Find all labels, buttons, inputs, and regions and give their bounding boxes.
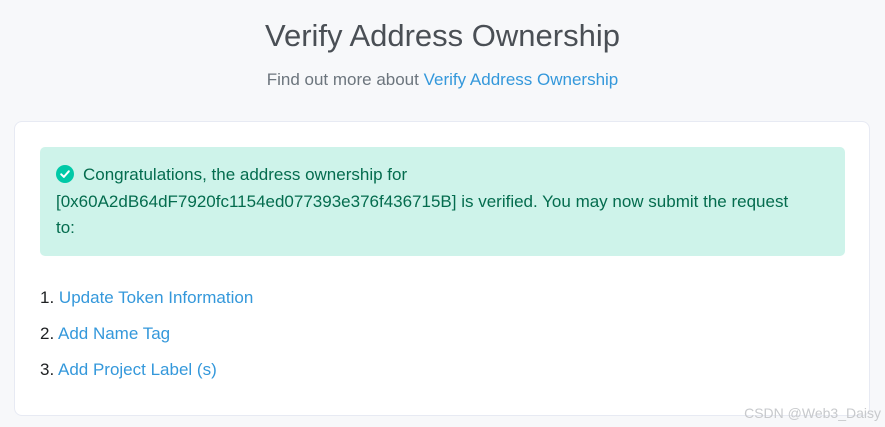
subtitle-text: Find out more about (266, 70, 419, 89)
add-project-label-link[interactable]: Add Project Label (s) (58, 360, 217, 379)
alert-text-1: Congratulations, the address ownership f… (83, 165, 408, 184)
alert-text-3: to: (56, 218, 75, 237)
request-options-list: 1. Update Token Information 2. Add Name … (40, 287, 253, 395)
check-circle-icon (56, 165, 74, 183)
page-title: Verify Address Ownership (265, 18, 620, 53)
verification-card: Congratulations, the address ownership f… (14, 121, 870, 416)
alert-text-2: [0x60A2dB64dF7920fc1154ed077393e376f4367… (56, 191, 789, 211)
add-name-tag-link[interactable]: Add Name Tag (58, 324, 170, 343)
alert-line-1: Congratulations, the address ownership f… (56, 162, 829, 189)
page: Verify Address Ownership Find out more a… (0, 0, 885, 427)
list-item: 3. Add Project Label (s) (40, 359, 253, 395)
step-number: 2. (40, 324, 55, 343)
list-item: 2. Add Name Tag (40, 323, 253, 359)
list-item: 1. Update Token Information (40, 287, 253, 323)
watermark: CSDN @Web3_Daisy (744, 405, 881, 421)
step-number: 3. (40, 360, 55, 379)
update-token-info-link[interactable]: Update Token Information (59, 288, 253, 307)
page-subtitle: Find out more about Verify Address Owner… (0, 69, 885, 91)
verify-ownership-link[interactable]: Verify Address Ownership (424, 70, 619, 89)
step-number: 1. (40, 288, 55, 307)
success-alert: Congratulations, the address ownership f… (40, 147, 845, 256)
